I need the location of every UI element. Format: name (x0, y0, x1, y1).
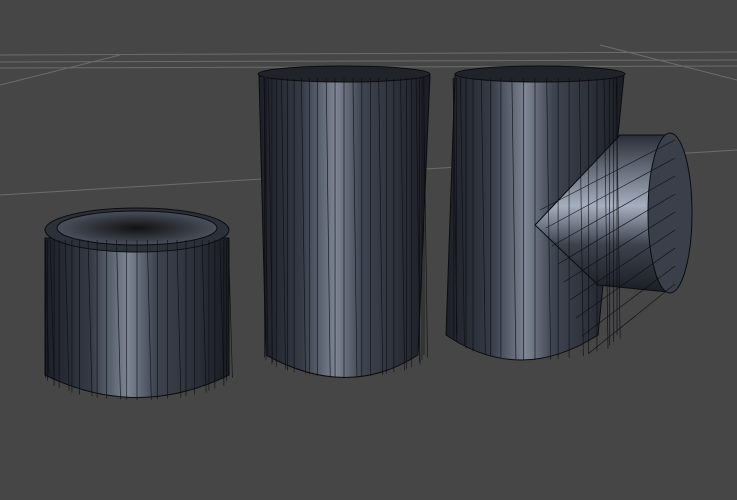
3d-viewport[interactable] (0, 0, 737, 500)
viewport-canvas[interactable] (0, 0, 737, 500)
